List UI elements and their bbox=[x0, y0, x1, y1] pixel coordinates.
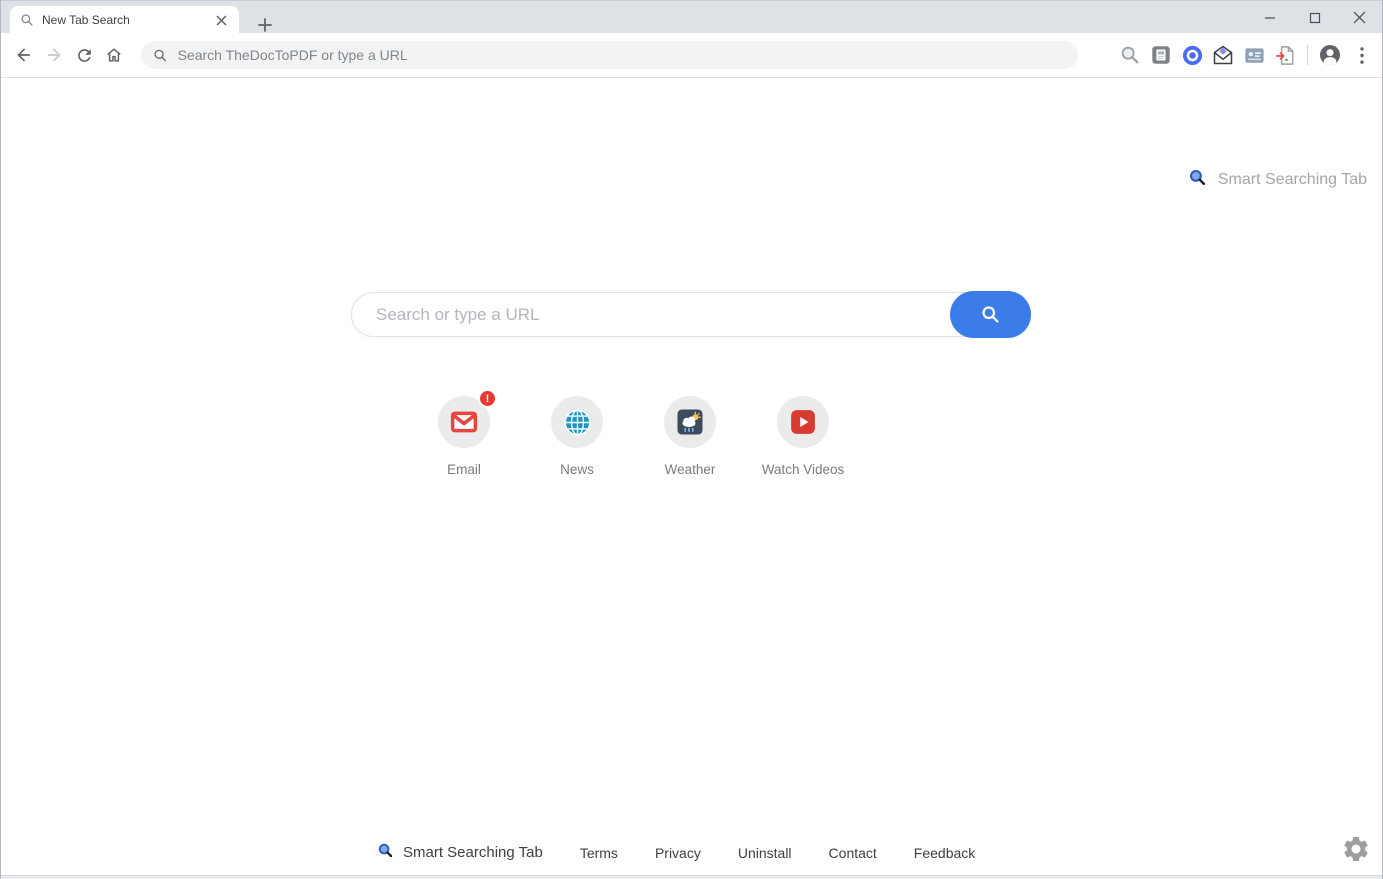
magnifier-extension-icon[interactable] bbox=[1118, 43, 1142, 67]
back-button[interactable] bbox=[9, 40, 39, 70]
maximize-button[interactable] bbox=[1292, 1, 1337, 34]
toolbar-separator bbox=[1307, 45, 1308, 65]
search-icon bbox=[982, 306, 999, 323]
search-submit-button[interactable] bbox=[950, 291, 1031, 338]
search-favicon-icon bbox=[20, 13, 34, 27]
brand-magnifier-icon bbox=[1188, 168, 1207, 192]
shortcut-watch-videos[interactable]: Watch Videos bbox=[761, 396, 845, 477]
address-bar[interactable] bbox=[141, 41, 1078, 69]
contact-card-extension-icon[interactable] bbox=[1242, 43, 1266, 67]
envelope-gem-extension-icon[interactable] bbox=[1211, 43, 1235, 67]
brand-top: Smart Searching Tab bbox=[1188, 168, 1367, 192]
globe-icon bbox=[551, 396, 603, 448]
footer-brand-label: Smart Searching Tab bbox=[403, 844, 543, 861]
home-button[interactable] bbox=[99, 40, 129, 70]
title-bar: New Tab Search bbox=[1, 0, 1382, 34]
page-search bbox=[351, 291, 1031, 338]
address-input[interactable] bbox=[177, 47, 1066, 63]
page-search-input[interactable] bbox=[351, 292, 1031, 337]
play-video-icon bbox=[777, 396, 829, 448]
reload-button[interactable] bbox=[69, 40, 99, 70]
window-bottom-border bbox=[1, 875, 1382, 879]
footer-link-feedback[interactable]: Feedback bbox=[914, 845, 975, 861]
doc-to-pdf-extension-icon[interactable] bbox=[1273, 43, 1297, 67]
browser-tab[interactable]: New Tab Search bbox=[10, 6, 239, 34]
footer-link-terms[interactable]: Terms bbox=[580, 845, 618, 861]
minimize-button[interactable] bbox=[1247, 1, 1292, 34]
news-reader-extension-icon[interactable] bbox=[1149, 43, 1173, 67]
footer-link-contact[interactable]: Contact bbox=[829, 845, 877, 861]
blue-ring-extension-icon[interactable] bbox=[1180, 43, 1204, 67]
shortcut-label: Weather bbox=[664, 462, 716, 477]
tab-close-icon[interactable] bbox=[213, 12, 230, 29]
shortcut-news[interactable]: News bbox=[537, 396, 617, 477]
browser-window: New Tab Search Search TheDocToPDF or typ… bbox=[0, 0, 1383, 879]
footer-link-uninstall[interactable]: Uninstall bbox=[738, 845, 792, 861]
forward-button[interactable] bbox=[39, 40, 69, 70]
tab-title: New Tab Search bbox=[42, 13, 130, 27]
shortcut-email[interactable]: ! Email bbox=[424, 389, 504, 477]
address-search-icon bbox=[154, 49, 167, 61]
email-notification-badge: ! bbox=[478, 389, 497, 408]
shortcuts-row: ! Email News Weather Watch Videos bbox=[424, 389, 845, 477]
weather-icon bbox=[664, 396, 716, 448]
new-tab-button[interactable] bbox=[251, 11, 279, 39]
browser-toolbar bbox=[1, 33, 1382, 78]
extension-icons bbox=[1118, 43, 1297, 67]
footer-brand: Smart Searching Tab bbox=[377, 842, 543, 863]
page-footer: Smart Searching Tab Terms Privacy Uninst… bbox=[377, 842, 975, 863]
shortcut-label: Watch Videos bbox=[761, 462, 845, 477]
close-window-button[interactable] bbox=[1337, 1, 1382, 34]
window-controls bbox=[1247, 1, 1382, 34]
footer-magnifier-icon bbox=[377, 842, 394, 863]
menu-kebab-icon[interactable] bbox=[1352, 43, 1373, 67]
brand-top-label: Smart Searching Tab bbox=[1217, 171, 1367, 188]
settings-gear-icon[interactable] bbox=[1340, 833, 1372, 865]
new-tab-page: Smart Searching Tab ! Email News bbox=[1, 78, 1382, 874]
shortcut-weather[interactable]: Weather bbox=[650, 396, 730, 477]
profile-avatar[interactable] bbox=[1318, 43, 1342, 67]
shortcut-label: Email bbox=[447, 462, 481, 477]
footer-link-privacy[interactable]: Privacy bbox=[655, 845, 701, 861]
shortcut-label: News bbox=[560, 462, 594, 477]
email-icon: ! bbox=[438, 389, 497, 448]
